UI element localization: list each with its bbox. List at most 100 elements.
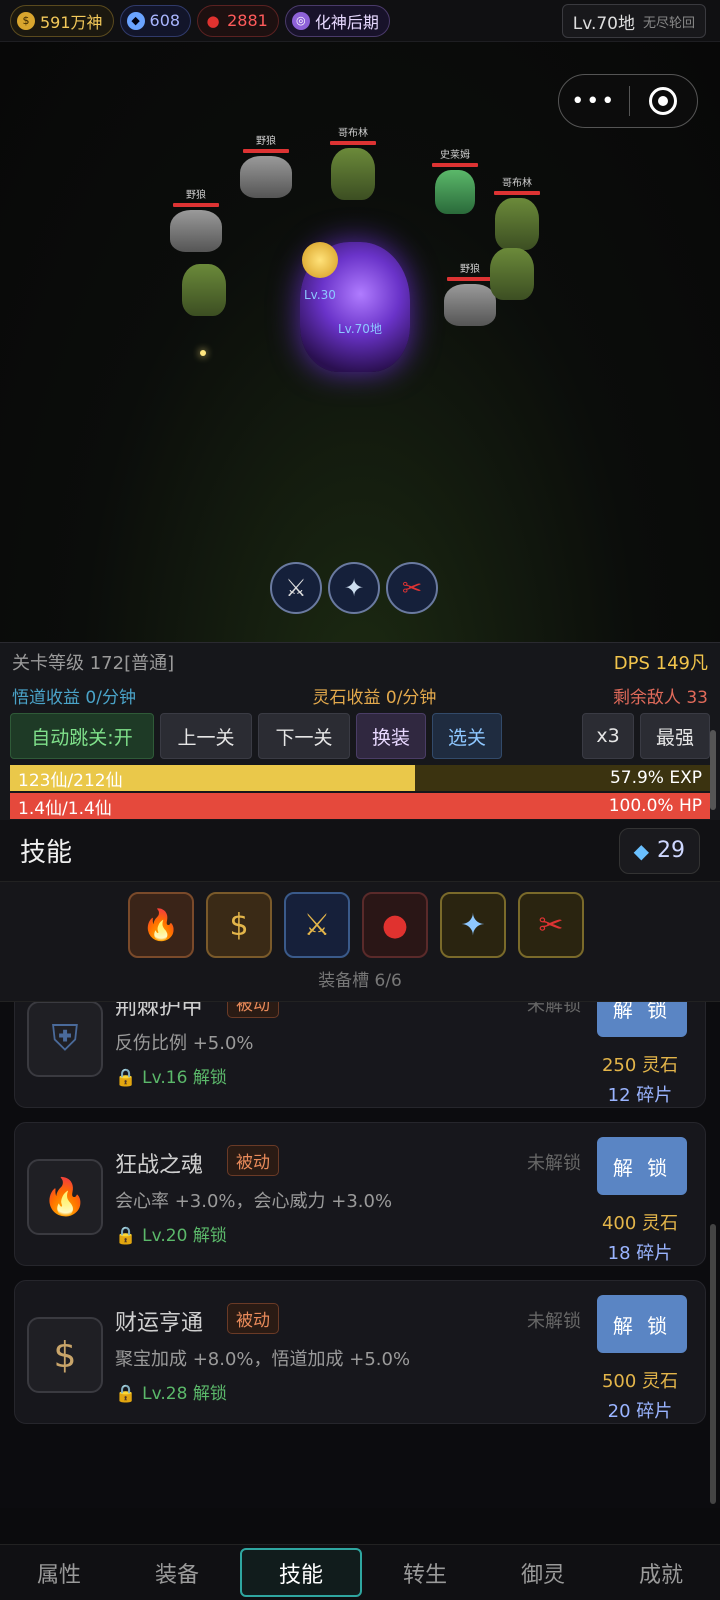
skill-status: 未解锁	[527, 1153, 581, 1174]
tab-skills[interactable]: 技能	[240, 1548, 362, 1597]
unlock-text: Lv.16 解锁	[142, 1068, 227, 1088]
skill-card[interactable]: ⛨ 荆棘护甲 被动 反伤比例 +5.0% 🔒 Lv.16 解锁 未解锁 解 锁 2…	[14, 1002, 706, 1108]
next-stage-button[interactable]: 下一关	[258, 713, 350, 759]
enemy[interactable]: 野狼	[240, 132, 292, 198]
stone-cost: 500 灵石	[601, 1371, 679, 1392]
level-box[interactable]: Lv.70地 无尽轮回	[561, 4, 706, 38]
shard-cost: 18 碎片	[607, 1243, 673, 1264]
stage-level: 关卡等级 172[普通]	[12, 653, 175, 674]
skill-desc: 反伤比例 +5.0%	[115, 1033, 254, 1054]
skill-tag: 被动	[227, 1002, 279, 1018]
target-icon	[649, 87, 678, 115]
unlock-req: 🔒 Lv.28 解锁	[115, 1379, 227, 1404]
gold-value: 591万神	[40, 12, 103, 32]
mini-program-capsule: •••	[558, 74, 698, 128]
enemy[interactable]: 史莱姆	[432, 146, 478, 214]
enemy-hp-bar	[330, 141, 376, 145]
equip-slot-count: 装备槽 6/6	[318, 971, 402, 991]
bottom-nav: 属性 装备 技能 转生 御灵 成就	[0, 1544, 720, 1600]
active-skill-bar: ⚔ ✦ ✂	[270, 562, 438, 614]
unlock-button[interactable]: 解 锁	[597, 1295, 687, 1353]
lightning-skill-icon[interactable]: ✦	[440, 892, 506, 958]
skill-card[interactable]: $ 财运亨通 被动 聚宝加成 +8.0%，悟道加成 +5.0% 🔒 Lv.28 解…	[14, 1280, 706, 1424]
enemy[interactable]: 哥布林	[330, 124, 376, 200]
tab-achievements[interactable]: 成就	[602, 1545, 720, 1600]
tab-rebirth[interactable]: 转生	[366, 1545, 484, 1600]
money-bag-icon[interactable]: $	[206, 892, 272, 958]
lightning-skill-icon[interactable]: ✦	[328, 562, 380, 614]
blood-value: 2881	[227, 11, 268, 30]
hp-text: 1.4仙/1.4仙	[18, 798, 112, 819]
gold-counter[interactable]: $ 591万神	[10, 4, 114, 37]
list-scrollbar[interactable]	[710, 1224, 716, 1504]
level-label: Lv.70地	[572, 13, 635, 34]
speed-button[interactable]: x3	[582, 713, 634, 759]
insight-income: 悟道收益 0/分钟	[12, 688, 136, 708]
enemies-left: 剩余敌人 33	[612, 688, 708, 708]
shard-cost: 20 碎片	[607, 1401, 673, 1422]
enemy[interactable]	[182, 264, 226, 316]
tab-spirits[interactable]: 御灵	[484, 1545, 602, 1600]
skill-list[interactable]: ⛨ 荆棘护甲 被动 反伤比例 +5.0% 🔒 Lv.16 解锁 未解锁 解 锁 2…	[0, 1002, 720, 1508]
shard-cost: 12 碎片	[607, 1085, 673, 1106]
skills-panel: 技能 ◆ 29 🔥 $ ⚔ ● ✦ ✂ 装备槽 6/6 ⛨ 荆棘护甲 被动 反伤…	[0, 820, 720, 1508]
gem-balance[interactable]: ◆ 29	[618, 827, 700, 874]
strongest-button[interactable]: 最强	[640, 713, 710, 759]
tab-equipment[interactable]: 装备	[118, 1545, 236, 1600]
wolf-sprite	[444, 284, 496, 326]
skills-header: 技能 ◆ 29	[0, 820, 720, 882]
enemy[interactable]: 野狼	[444, 260, 496, 326]
enemy-hp-bar	[432, 163, 478, 167]
select-stage-button[interactable]: 选关	[432, 713, 502, 759]
blade-skill-icon[interactable]: ✂	[518, 892, 584, 958]
more-menu-button[interactable]: •••	[559, 89, 629, 114]
enemy-hp-bar	[447, 277, 493, 281]
unlock-button[interactable]: 解 锁	[597, 1002, 687, 1037]
enemy[interactable]: 野狼	[170, 186, 222, 252]
diamond-icon: ◆	[633, 838, 649, 863]
lock-icon: 🔒	[115, 1226, 137, 1246]
unlock-req: 🔒 Lv.16 解锁	[115, 1063, 227, 1088]
skill-tag: 被动	[227, 1303, 279, 1334]
hp-percent: 100.0% HP	[608, 796, 702, 816]
sword-skill-icon[interactable]: ⚔	[284, 892, 350, 958]
blade-skill-icon[interactable]: ✂	[386, 562, 438, 614]
blood-counter[interactable]: ● 2881	[197, 4, 279, 37]
unlock-button[interactable]: 解 锁	[597, 1137, 687, 1195]
goblin-sprite	[490, 248, 534, 300]
close-target-button[interactable]	[630, 87, 698, 115]
stone-income: 灵石收益 0/分钟	[312, 688, 437, 708]
gem-counter[interactable]: ◆ 608	[119, 4, 192, 37]
goblin-sprite	[495, 198, 539, 250]
scrollbar[interactable]	[710, 730, 716, 810]
sword-skill-icon[interactable]: ⚔	[270, 562, 322, 614]
realm-value: 化神后期	[314, 12, 379, 32]
tab-attributes[interactable]: 属性	[0, 1545, 118, 1600]
diamond-icon: ◆	[126, 11, 145, 30]
realm-badge[interactable]: ◎ 化神后期	[284, 4, 390, 37]
enemy[interactable]: 哥布林	[494, 174, 540, 250]
stage-info-panel: 关卡等级 172[普通] DPS 149凡 悟道收益 0/分钟 灵石收益 0/分…	[0, 642, 720, 820]
slime-sprite	[435, 170, 475, 214]
skill-card[interactable]: 🔥 狂战之魂 被动 会心率 +3.0%，会心威力 +3.0% 🔒 Lv.20 解锁…	[14, 1122, 706, 1266]
exp-text: 123仙/212仙	[18, 770, 123, 791]
fire-icon: 🔥	[27, 1159, 103, 1235]
unlock-req: 🔒 Lv.20 解锁	[115, 1221, 227, 1246]
gem-value: 608	[149, 11, 181, 30]
wolf-sprite	[240, 156, 292, 198]
skill-name: 狂战之魂	[115, 1153, 204, 1178]
enemy-name: 史莱姆	[440, 150, 470, 161]
blood-drop-icon[interactable]: ●	[362, 892, 428, 958]
prev-stage-button[interactable]: 上一关	[160, 713, 252, 759]
skill-desc: 会心率 +3.0%，会心威力 +3.0%	[115, 1191, 393, 1212]
gem-balance-value: 29	[657, 838, 685, 863]
money-bag-icon: $	[17, 11, 35, 30]
fire-icon[interactable]: 🔥	[128, 892, 194, 958]
resource-bar: $ 591万神 ◆ 608 ● 2881 ◎ 化神后期 Lv.70地 无尽轮回	[0, 0, 720, 42]
swap-gear-button[interactable]: 换装	[356, 713, 426, 759]
auto-advance-toggle[interactable]: 自动跳关:开	[10, 713, 154, 759]
hero-level: Lv.70地	[338, 322, 382, 336]
skill-name: 财运亨通	[115, 1311, 204, 1336]
enemy[interactable]	[490, 248, 534, 300]
enemy-hp-bar	[243, 149, 289, 153]
